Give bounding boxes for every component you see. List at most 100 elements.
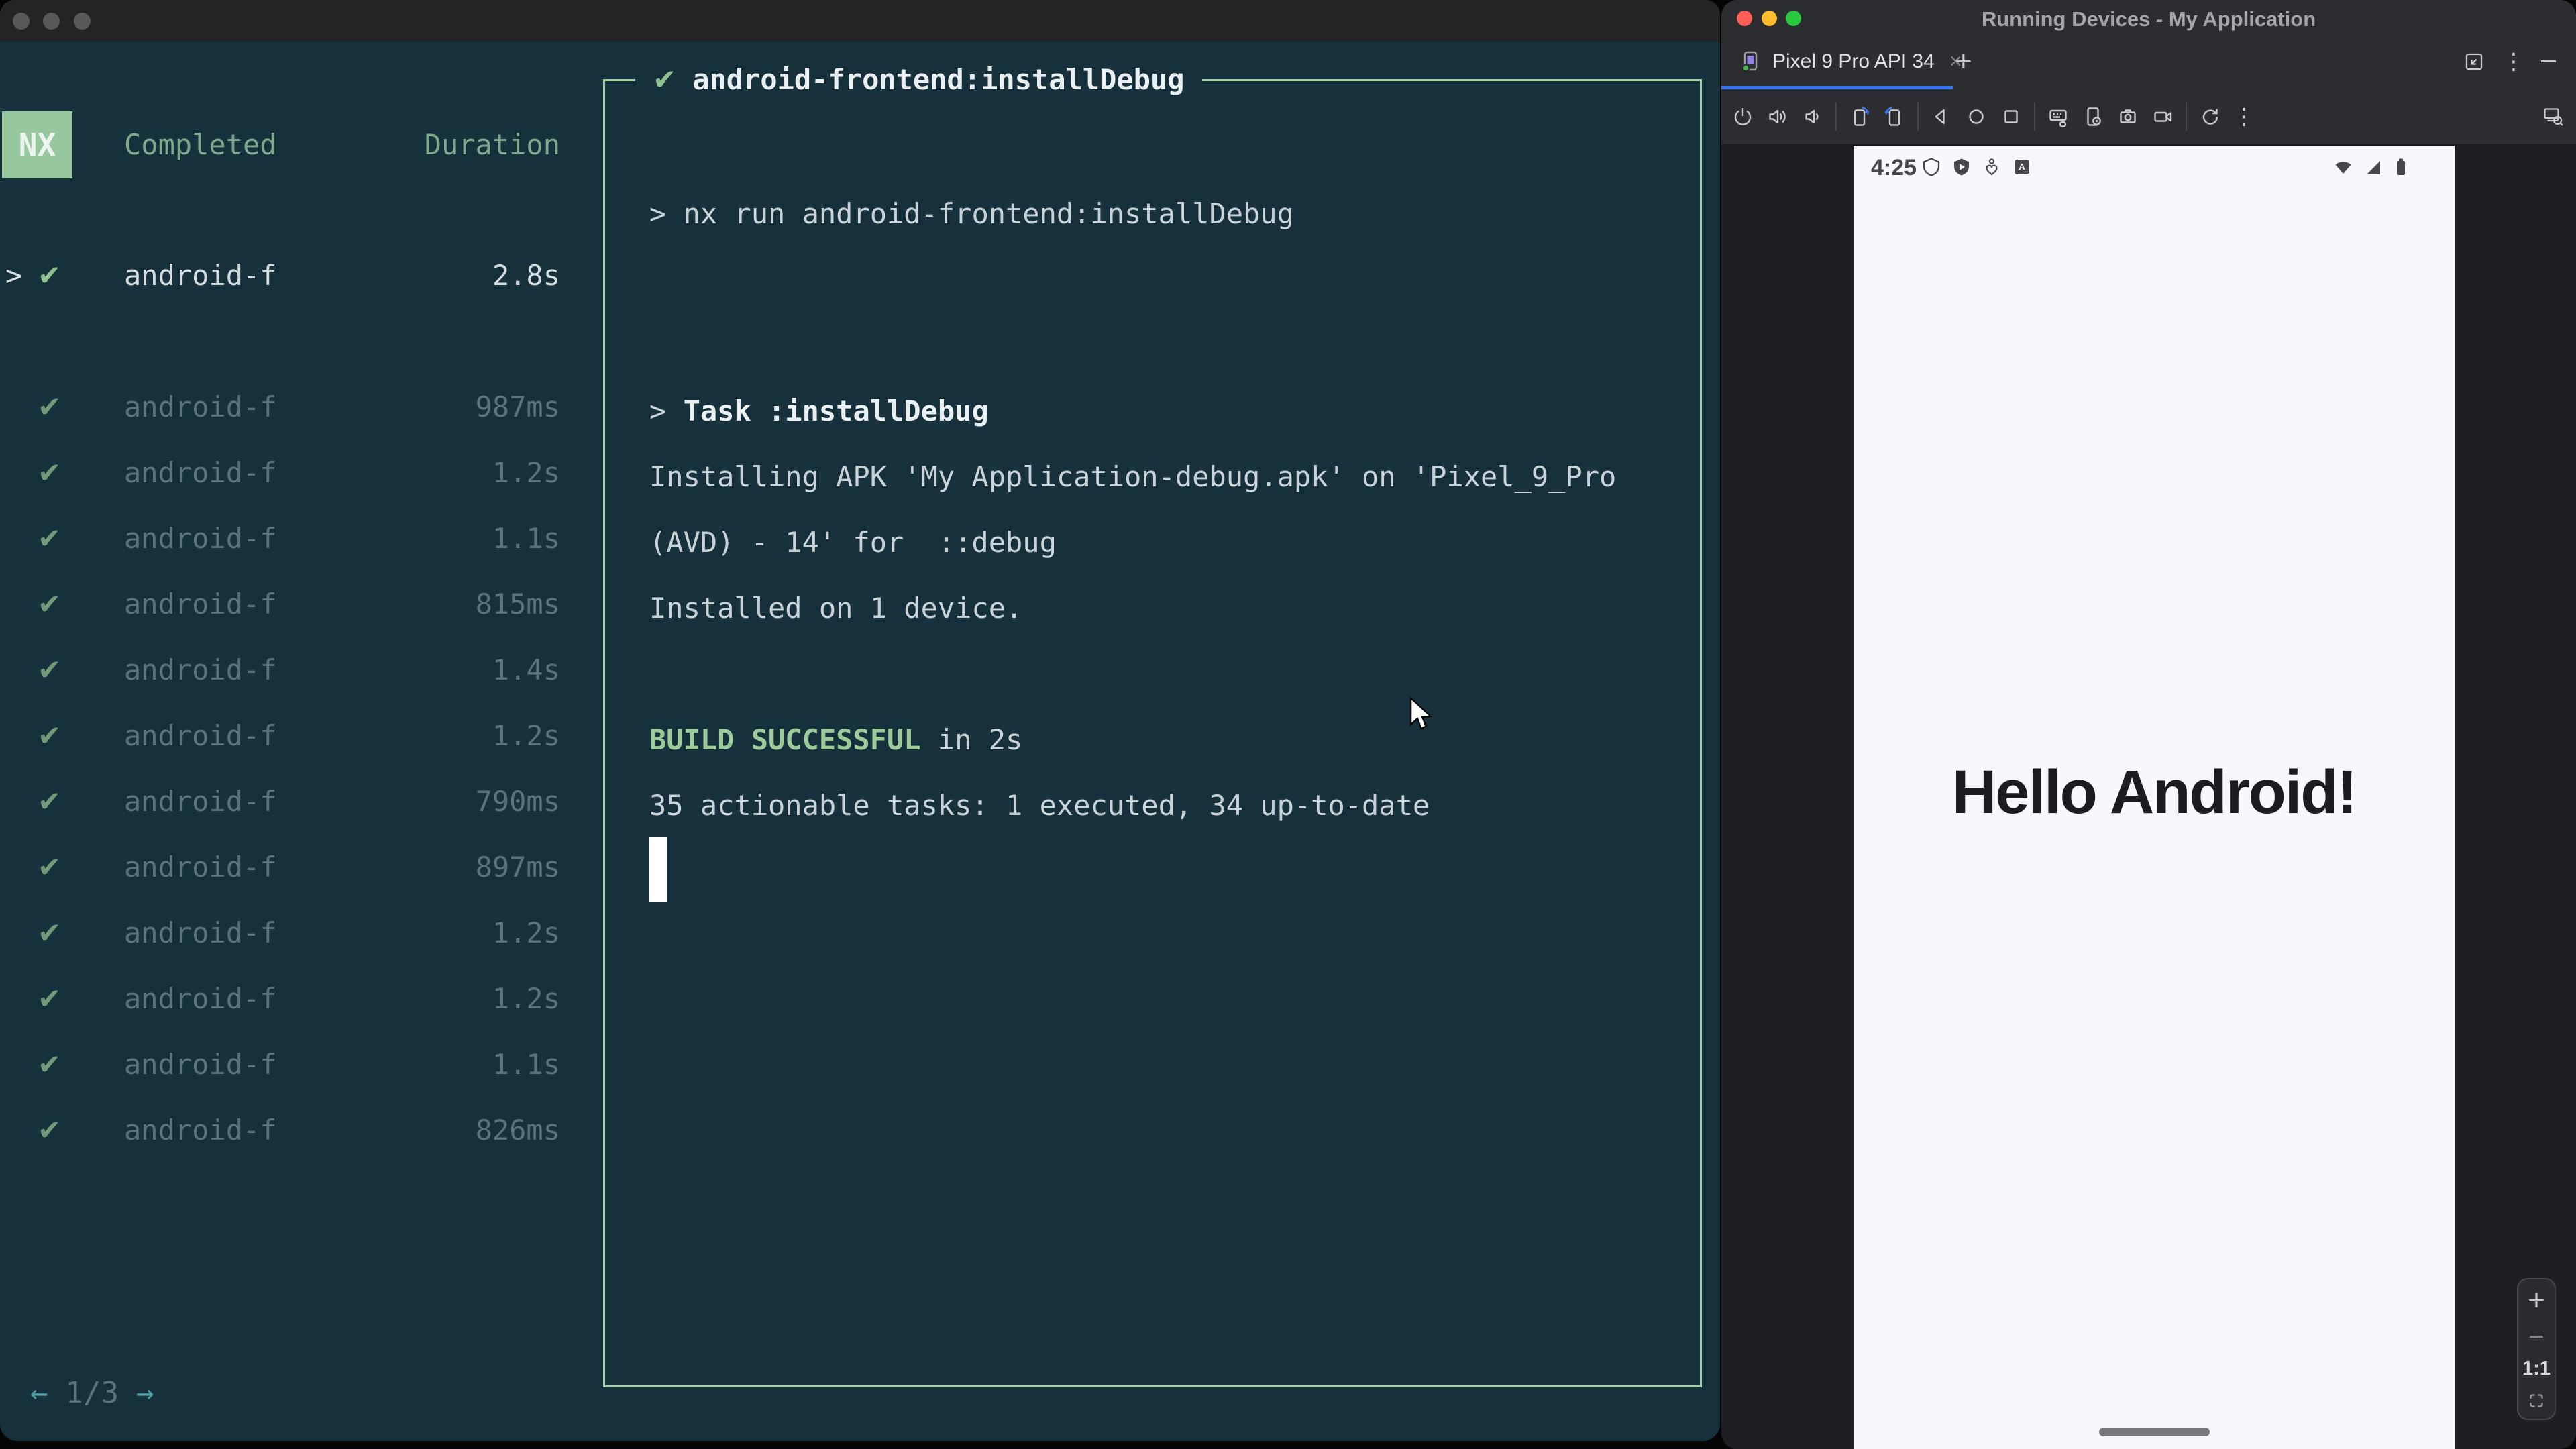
task-row[interactable]: ✔ android-f 790ms (0, 769, 580, 835)
task-output-panel: ✔ android-frontend:installDebug > nx run … (603, 59, 1702, 1387)
task-duration: 987ms (475, 390, 560, 423)
screen-record-icon[interactable] (2151, 105, 2175, 129)
overview-icon[interactable] (1999, 105, 2023, 129)
task-name: android-f (124, 719, 277, 752)
task-name: android-f (124, 259, 277, 292)
toolbar-separator (2186, 103, 2187, 131)
output-command-line: > nx run android-frontend:installDebug (649, 197, 1294, 230)
emulator-toolbar: ⋮ (1721, 89, 2576, 146)
task-row[interactable]: ✔ android-f 1.1s (0, 506, 580, 572)
screenshot-icon[interactable] (2116, 105, 2140, 129)
mirror-view-settings-icon[interactable] (2541, 105, 2565, 129)
output-summary-line: 35 actionable tasks: 1 executed, 34 up-t… (649, 789, 1430, 822)
terminal-titlebar (0, 0, 1720, 42)
float-window-icon[interactable] (2462, 50, 2486, 74)
svg-text:A: A (2019, 162, 2025, 172)
terminal-cursor (649, 837, 667, 902)
check-icon: ✔ (38, 1114, 62, 1146)
rotate-left-icon[interactable] (1847, 105, 1872, 129)
status-bar-time: 4:25 (1871, 155, 1917, 180)
navigation-handle[interactable] (2099, 1428, 2210, 1436)
check-icon: ✔ (38, 719, 62, 752)
task-row[interactable]: ✔ android-f 815ms (0, 572, 580, 637)
close-button[interactable] (13, 13, 30, 30)
volume-up-icon[interactable] (1766, 105, 1790, 129)
signal-icon (2367, 161, 2380, 174)
task-row[interactable]: ✔ android-f 1.1s (0, 1032, 580, 1097)
output-task-header: > Task :installDebug (649, 394, 989, 427)
minimize-button[interactable] (43, 13, 60, 30)
prev-page-button[interactable]: ← (30, 1360, 48, 1426)
task-duration: 897ms (475, 851, 560, 883)
hardware-input-icon[interactable] (2046, 105, 2070, 129)
task-row[interactable]: ✔ android-f 1.4s (0, 637, 580, 703)
check-icon: ✔ (38, 456, 62, 489)
task-name: android-f (124, 851, 277, 883)
status-bar-right-icons (2332, 156, 2412, 178)
rotate-right-icon[interactable] (1882, 105, 1907, 129)
more-vertical-icon[interactable]: ⋮ (2502, 48, 2525, 75)
snapshot-restore-icon[interactable] (2198, 105, 2222, 129)
zoom-in-button[interactable]: + (2528, 1286, 2545, 1316)
task-row[interactable]: ✔ android-f 1.2s (0, 966, 580, 1032)
task-row[interactable]: ✔ android-f 1.2s (0, 703, 580, 769)
check-icon: ✔ (38, 653, 62, 686)
check-icon: ✔ (38, 1048, 62, 1081)
studio-titlebar: Running Devices - My Application (1721, 0, 2576, 37)
tab-label: Pixel 9 Pro API 34 (1772, 50, 1935, 72)
task-name: android-f (124, 456, 277, 489)
task-row[interactable]: ✔ android-f 897ms (0, 835, 580, 900)
device-settings-icon[interactable] (2081, 105, 2105, 129)
hello-android-text: Hello Android! (1951, 758, 2357, 826)
tab-pixel-9-pro[interactable]: Pixel 9 Pro API 34 × (1732, 37, 1969, 86)
new-tab-button[interactable]: + (1955, 37, 1972, 86)
nx-logo: NX (2, 111, 72, 178)
output-installed-line: Installed on 1 device. (649, 592, 1023, 625)
work-profile-badge-icon: A (2015, 160, 2029, 174)
fit-screen-icon[interactable] (2525, 1389, 2548, 1412)
back-icon[interactable] (1929, 105, 1953, 129)
task-row-selected[interactable]: > ✔ android-f 2.8s (0, 243, 580, 309)
check-icon: ✔ (38, 588, 62, 621)
task-name: android-f (124, 522, 277, 555)
task-row[interactable]: ✔ android-f 987ms (0, 374, 580, 440)
window-title: Running Devices - My Application (1981, 7, 2316, 31)
check-icon: ✔ (38, 522, 62, 555)
panel-title-label: android-frontend:installDebug (692, 63, 1185, 96)
more-vertical-icon[interactable]: ⋮ (2233, 103, 2255, 130)
hide-panel-icon[interactable] (2541, 60, 2556, 62)
page-indicator: 1/3 (65, 1376, 119, 1410)
task-name: android-f (124, 1114, 277, 1146)
task-duration: 1.2s (492, 719, 560, 752)
column-header-duration: Duration (424, 128, 560, 161)
task-row[interactable]: ✔ android-f 1.2s (0, 900, 580, 966)
task-name: android-f (124, 916, 277, 949)
check-icon: ✔ (38, 785, 62, 818)
actual-size-button[interactable]: 1:1 (2522, 1358, 2551, 1380)
home-icon[interactable] (1964, 105, 1988, 129)
task-name: android-f (124, 390, 277, 423)
column-header-completed: Completed (124, 128, 277, 161)
terminal-body: NX Completed Duration > ✔ android-f 2.8s ✔ a… (0, 42, 1720, 1441)
power-icon[interactable] (1731, 105, 1755, 129)
nx-terminal-window: NX Completed Duration > ✔ android-f 2.8s ✔ a… (0, 0, 1720, 1441)
task-duration: 2.8s (492, 259, 560, 292)
check-icon: ✔ (38, 916, 62, 949)
task-duration: 1.1s (492, 1048, 560, 1081)
task-row[interactable]: ✔ android-f 1.2s (0, 440, 580, 506)
zoom-button[interactable] (74, 13, 91, 30)
vpn-shield-icon (1923, 158, 1940, 176)
device-phone-icon (1741, 51, 1758, 72)
panel-controls: ⋮ (2462, 37, 2556, 86)
next-page-button[interactable]: → (136, 1360, 154, 1426)
volume-down-icon[interactable] (1801, 105, 1825, 129)
task-name: android-f (124, 653, 277, 686)
zoom-out-button[interactable]: − (2528, 1324, 2544, 1350)
emulator-screen[interactable]: 4:25 A Hello Android! (1854, 146, 2455, 1449)
task-row[interactable]: ✔ android-f 826ms (0, 1097, 580, 1163)
status-bar-left-icons: A (1921, 156, 2033, 178)
task-duration: 815ms (475, 588, 560, 621)
play-protect-shield-icon (1954, 158, 1969, 176)
task-name: android-f (124, 1048, 277, 1081)
task-duration: 826ms (475, 1114, 560, 1146)
